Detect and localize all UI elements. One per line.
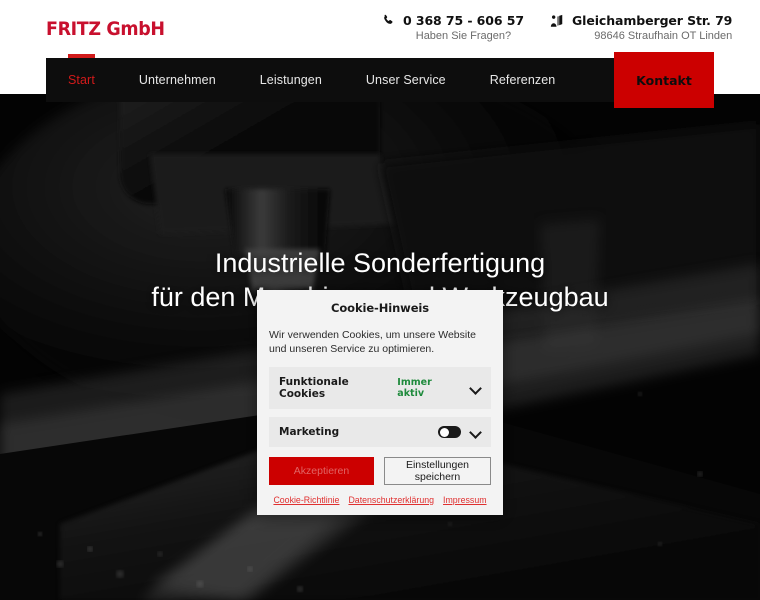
nav-item-label: Unternehmen (138, 73, 216, 87)
nav-item-start[interactable]: Start (46, 54, 117, 102)
location-pin-icon (550, 14, 564, 33)
nav-item-label: Unser Service (365, 73, 446, 87)
site-logo[interactable]: FRITZ GmbH (46, 18, 165, 40)
cookie-consent-dialog: Cookie-Hinweis Wir verwenden Cookies, um… (257, 290, 503, 515)
cookie-dialog-links: Cookie-Richtlinie Datenschutzerklärung I… (269, 495, 491, 505)
cookie-category-functional[interactable]: Funktionale Cookies Immer aktiv (269, 367, 491, 409)
site-header: FRITZ GmbH 0 368 75 - 606 57 Haben Sie F… (0, 0, 760, 58)
main-navigation: Start Unternehmen Leistungen Unser Servi… (46, 52, 714, 108)
nav-item-referenzen[interactable]: Referenzen (468, 58, 578, 102)
nav-item-label: Start (68, 73, 95, 87)
cookie-dialog-actions: Akzeptieren Einstellungen speichern (269, 457, 491, 485)
cookie-category-marketing[interactable]: Marketing (269, 417, 491, 447)
header-address[interactable]: Gleichamberger Str. 79 98646 Straufhain … (550, 13, 732, 44)
nav-item-list: Start Unternehmen Leistungen Unser Servi… (46, 54, 578, 102)
nav-item-label: Referenzen (489, 73, 556, 87)
accept-button[interactable]: Akzeptieren (269, 457, 374, 485)
address-street: Gleichamberger Str. 79 (572, 13, 733, 28)
cookie-dialog-description: Wir verwenden Cookies, um unsere Website… (269, 329, 476, 355)
cookie-category-controls: Immer aktiv (397, 377, 481, 399)
save-settings-button[interactable]: Einstellungen speichern (384, 457, 491, 485)
toggle-knob (439, 427, 449, 437)
cookie-dialog-title: Cookie-Hinweis (331, 301, 429, 315)
cookie-category-label: Marketing (279, 426, 340, 438)
phone-subtitle: Haben Sie Fragen? (415, 30, 512, 42)
phone-icon (382, 14, 395, 32)
always-active-badge: Immer aktiv (397, 377, 432, 399)
kontakt-button[interactable]: Kontakt (614, 52, 714, 108)
nav-item-unternehmen[interactable]: Unternehmen (117, 58, 238, 102)
link-datenschutzerklaerung[interactable]: Datenschutzerklärung (348, 495, 434, 505)
hero-headline-line1: Industrielle Sonderfertigung (214, 248, 546, 278)
marketing-toggle[interactable] (438, 426, 461, 438)
chevron-down-icon[interactable] (470, 427, 481, 438)
cookie-category-controls (438, 426, 481, 438)
cookie-category-label: Funktionale Cookies (279, 376, 349, 400)
nav-item-unser-service[interactable]: Unser Service (344, 58, 468, 102)
header-phone[interactable]: 0 368 75 - 606 57 Haben Sie Fragen? (382, 13, 524, 44)
kontakt-label: Kontakt (636, 72, 692, 88)
nav-item-leistungen[interactable]: Leistungen (238, 58, 344, 102)
phone-number: 0 368 75 - 606 57 (403, 13, 524, 28)
address-city: 98646 Straufhain OT Linden (594, 30, 733, 42)
link-cookie-richtlinie[interactable]: Cookie-Richtlinie (273, 495, 339, 505)
chevron-down-icon[interactable] (470, 383, 481, 394)
link-impressum[interactable]: Impressum (443, 495, 487, 505)
nav-item-label: Leistungen (259, 73, 322, 87)
page-root: FRITZ GmbH 0 368 75 - 606 57 Haben Sie F… (0, 0, 760, 600)
